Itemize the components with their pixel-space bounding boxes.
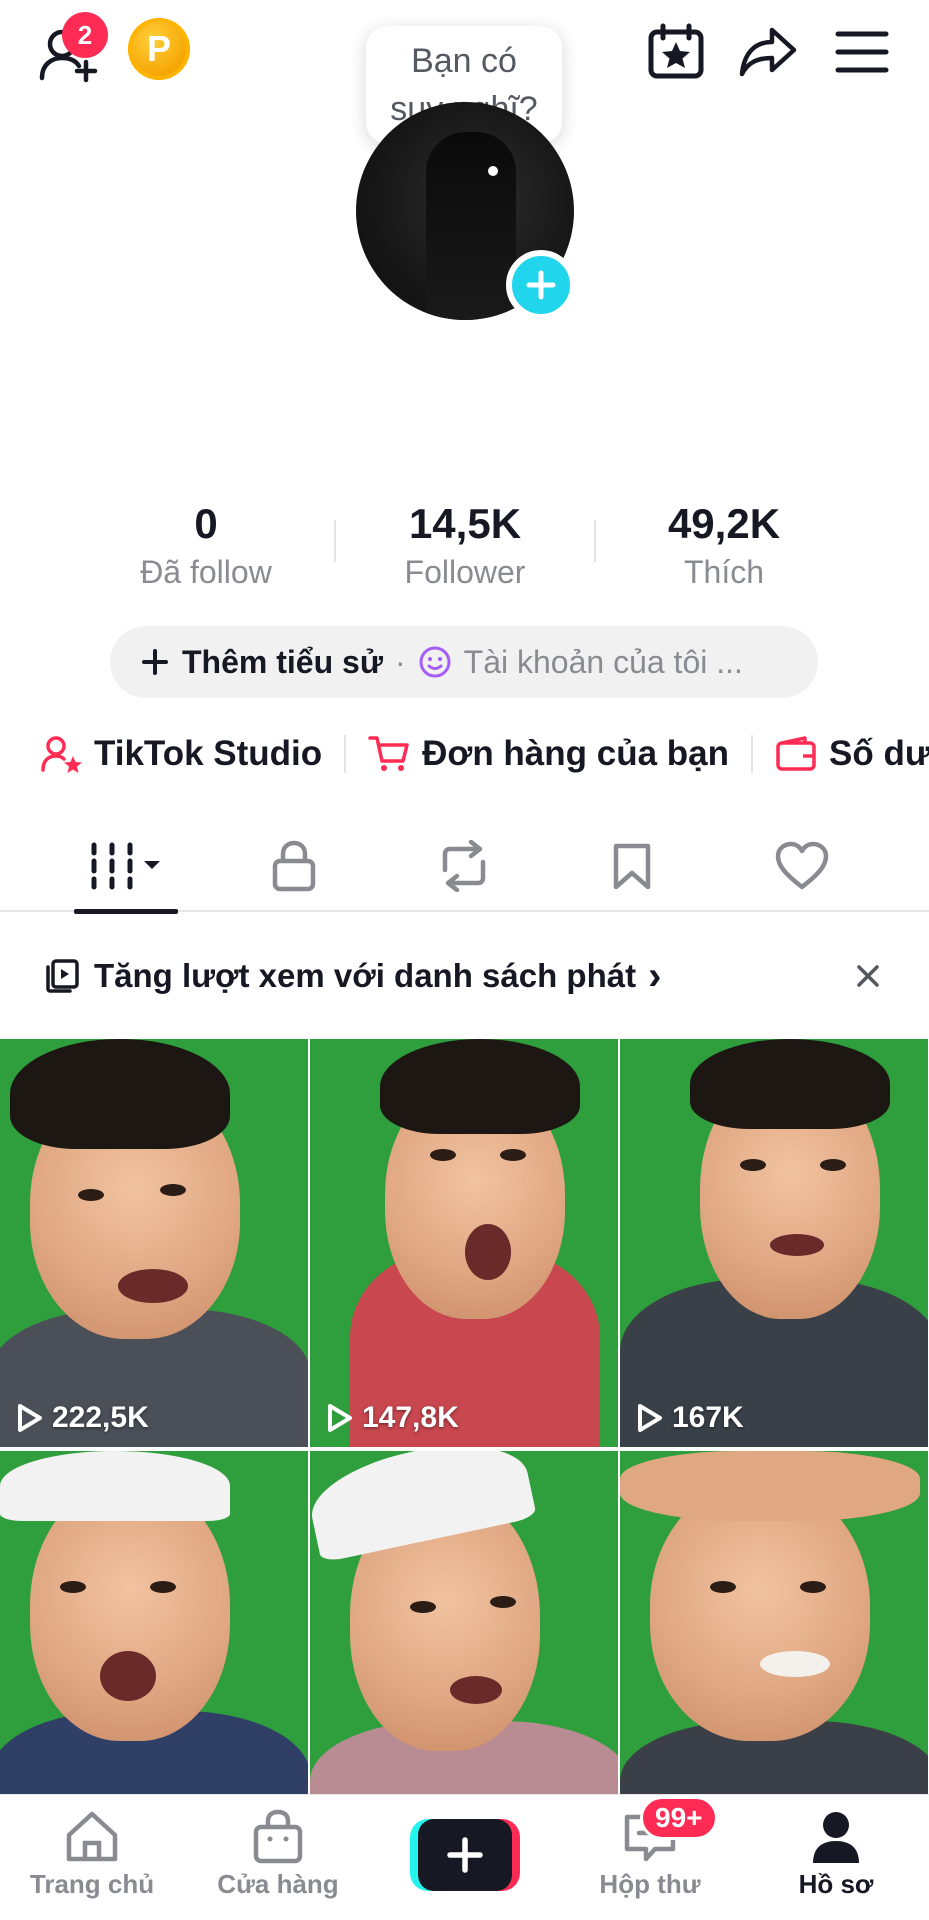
view-count: 167K: [636, 1401, 744, 1435]
account-button[interactable]: Tài khoản của tôi ...: [418, 644, 743, 681]
calendar-button[interactable]: [644, 20, 708, 84]
nav-home-label: Trang chủ: [29, 1869, 155, 1899]
video-thumbnail[interactable]: 147,8K: [310, 1039, 618, 1447]
followers-label: Follower: [404, 554, 526, 590]
coin-button[interactable]: P: [128, 18, 190, 80]
add-story-button[interactable]: [506, 250, 576, 320]
bio-pill: Thêm tiểu sử · Tài khoản của tôi ...: [110, 626, 818, 698]
home-icon: [66, 1811, 118, 1862]
likes-count: 49,2K: [667, 500, 781, 547]
active-tab-indicator: [74, 909, 178, 914]
playlist-banner[interactable]: Tăng lượt xem với danh sách phát ›: [44, 948, 661, 1004]
quick-links: TikTok Studio Đơn hàng của bạn Số dư: [40, 724, 929, 784]
nav-profile[interactable]: Hồ sơ: [746, 1809, 926, 1900]
stat-divider: [594, 520, 596, 562]
balance-link[interactable]: Số dư: [775, 734, 929, 774]
nav-profile-label: Hồ sơ: [798, 1869, 874, 1899]
close-icon: [857, 965, 879, 987]
inbox-badge: 99+: [640, 1796, 718, 1840]
menu-button[interactable]: [832, 24, 892, 80]
tiktok-studio-link[interactable]: TikTok Studio: [40, 734, 322, 774]
play-icon: [328, 1404, 352, 1432]
repost-icon: [442, 840, 486, 892]
create-button[interactable]: [410, 1819, 520, 1891]
plus-icon: [526, 270, 556, 300]
bottom-navigation: Trang chủ Cửa hàng Hộp thư Hồ sơ: [0, 1794, 929, 1920]
playlist-label: Tăng lượt xem với danh sách phát: [94, 957, 637, 994]
link-divider: [751, 735, 754, 773]
playlist-icon: [46, 959, 79, 993]
share-icon: [739, 27, 797, 77]
avatar-highlight: [488, 166, 498, 176]
orders-label: Đơn hàng của bạn: [422, 734, 730, 773]
play-icon: [638, 1404, 662, 1432]
video-thumbnail[interactable]: 222,5K: [0, 1039, 308, 1447]
bubble-line-1: Bạn có: [411, 42, 517, 80]
menu-icon: [835, 31, 889, 73]
stat-likes[interactable]: 49,2K Thích: [614, 498, 834, 592]
following-count: 0: [194, 500, 218, 547]
tab-private[interactable]: [234, 820, 354, 912]
nav-home[interactable]: Trang chủ: [2, 1809, 182, 1900]
wallet-icon: [776, 736, 816, 771]
plus-icon: [447, 1837, 483, 1873]
bio-separator: ·: [394, 643, 406, 680]
link-divider: [344, 735, 347, 773]
likes-label: Thích: [683, 554, 765, 590]
view-count-text: 147,8K: [362, 1401, 459, 1434]
account-label: Tài khoản của tôi ...: [463, 643, 743, 680]
stat-divider: [334, 520, 336, 562]
studio-icon: [41, 736, 82, 773]
add-bio-button[interactable]: Thêm tiểu sử: [142, 644, 383, 681]
profile-icon: [813, 1812, 859, 1863]
cart-icon: [368, 736, 409, 771]
video-thumbnail[interactable]: 167K: [620, 1039, 928, 1447]
chevron-right-icon: ›: [648, 953, 662, 998]
bookmark-icon: [613, 843, 651, 890]
stat-following[interactable]: 0 Đã follow: [96, 498, 316, 592]
tab-liked[interactable]: [742, 820, 862, 912]
avatar-figure: [426, 132, 516, 320]
profile-tabs: [0, 820, 929, 914]
smile-icon: [419, 646, 451, 678]
coin-letter: P: [146, 28, 171, 69]
nav-inbox-label: Hộp thư: [599, 1869, 701, 1899]
following-label: Đã follow: [140, 554, 272, 590]
stat-followers[interactable]: 14,5K Follower: [355, 498, 575, 592]
calendar-star-icon: [648, 23, 704, 79]
view-count-text: 222,5K: [52, 1401, 149, 1434]
shopping-bag-icon: [253, 1809, 303, 1864]
view-count: 147,8K: [326, 1401, 459, 1435]
share-button[interactable]: [736, 22, 800, 82]
view-count: 222,5K: [16, 1401, 149, 1435]
balance-label: Số dư: [829, 734, 929, 773]
orders-link[interactable]: Đơn hàng của bạn: [368, 734, 729, 774]
friend-request-badge: 2: [62, 12, 108, 58]
tab-videos[interactable]: [66, 820, 186, 914]
close-banner-button[interactable]: [848, 956, 888, 996]
followers-count: 14,5K: [408, 500, 522, 547]
tiktok-studio-label: TikTok Studio: [94, 734, 323, 773]
heart-icon: [775, 841, 829, 890]
nav-shop-label: Cửa hàng: [217, 1869, 339, 1899]
add-bio-label: Thêm tiểu sử: [182, 643, 383, 680]
coin-icon: P: [128, 18, 190, 80]
plus-icon: [142, 649, 168, 675]
tab-reposts[interactable]: [404, 820, 524, 912]
view-count-text: 167K: [672, 1401, 744, 1434]
play-icon: [18, 1404, 42, 1432]
tab-favorites[interactable]: [572, 820, 692, 912]
lock-icon: [272, 840, 316, 892]
create-button-core: [418, 1819, 512, 1891]
videos-grid-icon: [91, 842, 160, 890]
nav-shop[interactable]: Cửa hàng: [188, 1809, 368, 1900]
